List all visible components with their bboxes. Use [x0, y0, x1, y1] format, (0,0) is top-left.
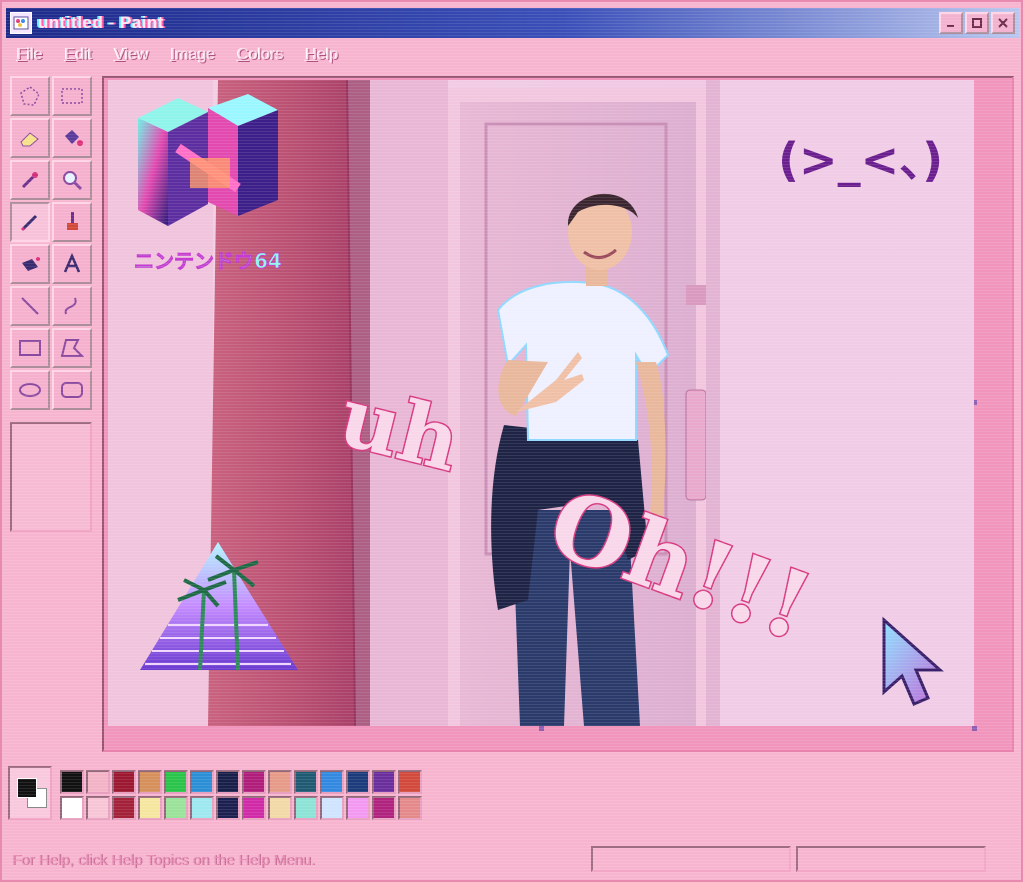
brush-icon [67, 212, 78, 230]
color-swatch[interactable] [86, 796, 110, 820]
text-tool-icon [63, 253, 81, 273]
color-swatch[interactable] [320, 770, 344, 794]
color-swatch[interactable] [268, 770, 292, 794]
color-swatch[interactable] [138, 770, 162, 794]
close-button[interactable] [991, 12, 1015, 34]
polygon-icon [60, 339, 84, 357]
paint-window: untitled - Paint File Edit View Image Co… [0, 0, 1023, 882]
free-select-tool[interactable] [10, 76, 50, 116]
airbrush-icon [22, 257, 40, 271]
curve-icon [64, 297, 77, 315]
menu-file[interactable]: File [6, 46, 54, 64]
maximize-icon [972, 18, 982, 28]
minimize-button[interactable] [939, 12, 963, 34]
eyedropper-icon [21, 172, 38, 189]
color-palette [8, 766, 508, 826]
rounded-rectangle-icon [61, 382, 83, 398]
close-icon [998, 18, 1008, 28]
eyedropper-tool[interactable] [10, 160, 50, 200]
title-bar[interactable]: untitled - Paint [6, 8, 1019, 38]
fill-tool[interactable] [52, 118, 92, 158]
color-swatch[interactable] [216, 796, 240, 820]
pencil-tool[interactable] [10, 202, 50, 242]
free-select-icon [20, 86, 40, 106]
rectangle-tool[interactable] [10, 328, 50, 368]
menu-help[interactable]: Help [295, 46, 350, 64]
color-swatch[interactable] [294, 770, 318, 794]
menu-image[interactable]: Image [160, 46, 226, 64]
color-swatch[interactable] [112, 796, 136, 820]
foreground-color[interactable] [17, 778, 37, 798]
color-swatch[interactable] [242, 796, 266, 820]
ellipse-icon [19, 383, 41, 397]
line-tool[interactable] [10, 286, 50, 326]
door-handle-plate [685, 389, 707, 501]
color-swatch[interactable] [164, 796, 188, 820]
menu-colors[interactable]: Colors [226, 46, 294, 64]
status-cell-coords [591, 846, 791, 872]
color-swatch[interactable] [372, 770, 396, 794]
rectangle-icon [19, 340, 41, 356]
maximize-button[interactable] [965, 12, 989, 34]
menu-view[interactable]: View [103, 46, 159, 64]
status-cell-size [796, 846, 986, 872]
rect-select-icon [61, 88, 83, 104]
fill-bucket-icon [65, 130, 83, 146]
color-swatch[interactable] [242, 770, 266, 794]
status-bar: For Help, click Help Topics on the Help … [6, 844, 1019, 876]
color-swatch[interactable] [346, 796, 370, 820]
tool-options-panel[interactable] [10, 422, 92, 532]
color-swatch[interactable] [112, 770, 136, 794]
palette-swatches [60, 770, 422, 820]
current-colors[interactable] [8, 766, 52, 820]
emoticon-text: (>_<、) [778, 133, 943, 187]
airbrush-tool[interactable] [10, 244, 50, 284]
toolbox [10, 76, 98, 746]
eraser-icon [20, 132, 39, 147]
magnifier-icon [63, 171, 83, 191]
line-icon [21, 297, 39, 315]
color-swatch[interactable] [138, 796, 162, 820]
status-help-text: For Help, click Help Topics on the Help … [12, 851, 316, 869]
polygon-tool[interactable] [52, 328, 92, 368]
color-swatch[interactable] [216, 770, 240, 794]
color-swatch[interactable] [320, 796, 344, 820]
color-swatch[interactable] [60, 770, 84, 794]
color-swatch[interactable] [164, 770, 188, 794]
color-swatch[interactable] [372, 796, 396, 820]
resize-handle-corner[interactable] [972, 726, 977, 731]
eraser-tool[interactable] [10, 118, 50, 158]
color-swatch[interactable] [60, 796, 84, 820]
color-swatch[interactable] [190, 770, 214, 794]
color-swatch[interactable] [86, 770, 110, 794]
color-swatch[interactable] [294, 796, 318, 820]
magnifier-tool[interactable] [52, 160, 92, 200]
color-swatch[interactable] [268, 796, 292, 820]
rect-select-tool[interactable] [52, 76, 92, 116]
n64-caption: ニンテンドウ64 [134, 249, 282, 273]
color-swatch[interactable] [346, 770, 370, 794]
menu-edit[interactable]: Edit [54, 46, 104, 64]
window-title: untitled - Paint [38, 13, 165, 32]
paint-icon [10, 12, 32, 34]
resize-handle-bottom[interactable] [539, 726, 544, 731]
brush-tool[interactable] [52, 202, 92, 242]
canvas-artwork: ニンテンドウ64 (>_<、) uh Oh!!! [108, 80, 974, 726]
text-tool[interactable] [52, 244, 92, 284]
curve-tool[interactable] [52, 286, 92, 326]
drawing-canvas[interactable]: ニンテンドウ64 (>_<、) uh Oh!!! [108, 80, 974, 726]
color-swatch[interactable] [190, 796, 214, 820]
minimize-icon [947, 25, 954, 27]
menu-bar: File Edit View Image Colors Help [6, 42, 1019, 68]
color-swatch[interactable] [398, 796, 422, 820]
color-swatch[interactable] [398, 770, 422, 794]
rounded-rectangle-tool[interactable] [52, 370, 92, 410]
ellipse-tool[interactable] [10, 370, 50, 410]
pencil-icon [20, 214, 38, 232]
